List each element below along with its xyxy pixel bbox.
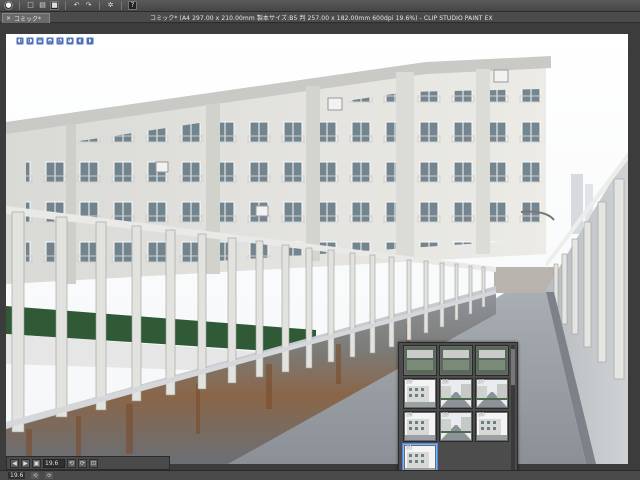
page-thumbnail[interactable] bbox=[403, 345, 437, 376]
quick-access-icon[interactable]: ◒ bbox=[36, 37, 44, 45]
page-scrollbar[interactable] bbox=[511, 345, 515, 473]
command-bar: ● □ ▤ ■ ↶ ↷ ✲ ? bbox=[0, 0, 640, 12]
rotate-right-icon[interactable]: ⟳ bbox=[45, 472, 54, 479]
zoom-readout[interactable]: 19.6 bbox=[8, 472, 26, 479]
toolbar-divider bbox=[99, 1, 100, 10]
page-thumbnail[interactable]: 28 bbox=[403, 411, 437, 442]
toolbar-divider bbox=[121, 1, 122, 10]
rotate-left-icon[interactable]: ⟲ bbox=[67, 458, 76, 468]
clip-studio-window: ● □ ▤ ■ ↶ ↷ ✲ ? × コミック* コミック* (A4 297.00… bbox=[0, 0, 640, 480]
quick-access-icon[interactable]: ◔ bbox=[56, 37, 64, 45]
undo-icon[interactable]: ↶ bbox=[72, 1, 81, 10]
help-icon[interactable]: ? bbox=[128, 1, 137, 10]
page-thumbnail[interactable] bbox=[475, 345, 509, 376]
document-tab-label: コミック* bbox=[14, 16, 42, 23]
page-number-label: 27 bbox=[478, 379, 485, 385]
page-number-label: 30 bbox=[478, 412, 485, 418]
rotate-left-icon[interactable]: ⟲ bbox=[31, 472, 40, 479]
page-thumbnail[interactable]: 25 bbox=[403, 378, 437, 409]
zoom-field[interactable]: 19.6 bbox=[43, 458, 65, 468]
page-thumbnail[interactable]: 26 bbox=[439, 378, 473, 409]
quick-access-palette: ◐ ◑ ◒ ◓ ◔ ◕ ◖ ◗ bbox=[16, 36, 94, 46]
redo-icon[interactable]: ↷ bbox=[84, 1, 93, 10]
flip-view-icon[interactable]: ⊡ bbox=[89, 458, 98, 468]
page-thumbnail[interactable]: 30 bbox=[475, 411, 509, 442]
close-icon[interactable]: × bbox=[6, 15, 11, 22]
page-manager-panel: 25 26 27 28 29 30 31 bbox=[398, 342, 518, 476]
next-icon[interactable]: ▶ bbox=[21, 458, 30, 468]
settings-icon[interactable]: ✲ bbox=[106, 1, 115, 10]
quick-access-icon[interactable]: ◖ bbox=[76, 37, 84, 45]
page-number-label: 26 bbox=[442, 379, 449, 385]
page-thumbnail-grid: 25 26 27 28 29 30 31 bbox=[403, 345, 509, 475]
page-number-label: 29 bbox=[442, 412, 449, 418]
app-logo-icon[interactable]: ● bbox=[4, 1, 13, 10]
rotate-right-icon[interactable]: ⟳ bbox=[78, 458, 87, 468]
previous-icon[interactable]: ◀ bbox=[10, 458, 19, 468]
toolbar-divider bbox=[19, 1, 20, 10]
page-thumbnail[interactable]: 27 bbox=[475, 378, 509, 409]
toolbar-divider bbox=[65, 1, 66, 10]
open-folder-icon[interactable]: ▤ bbox=[38, 1, 47, 10]
navigator-bar: ◀ ▶ ▣ 19.6 ⟲ ⟳ ⊡ bbox=[6, 456, 170, 470]
new-file-icon[interactable]: □ bbox=[26, 1, 35, 10]
quick-access-icon[interactable]: ◗ bbox=[86, 37, 94, 45]
page-thumbnail[interactable]: 29 bbox=[439, 411, 473, 442]
quick-access-icon[interactable]: ◓ bbox=[46, 37, 54, 45]
page-number-label: 25 bbox=[406, 379, 413, 385]
quick-access-icon[interactable]: ◕ bbox=[66, 37, 74, 45]
window-title: コミック* (A4 297.00 x 210.00mm 製本サイズ:B5 判 2… bbox=[150, 15, 493, 22]
artwork-illustration[interactable] bbox=[6, 34, 628, 464]
page-thumbnail-image bbox=[441, 347, 471, 374]
document-tab[interactable]: × コミック* bbox=[2, 13, 50, 23]
page-scrollbar-thumb[interactable] bbox=[511, 349, 515, 385]
page-number-label: 31 bbox=[406, 445, 413, 451]
quick-access-icon[interactable]: ◑ bbox=[26, 37, 34, 45]
status-bar: 19.6 ⟲ ⟳ bbox=[0, 470, 640, 480]
page-thumbnail[interactable] bbox=[439, 345, 473, 376]
quick-access-icon[interactable]: ◐ bbox=[16, 37, 24, 45]
save-icon[interactable]: ■ bbox=[50, 1, 59, 10]
canvas-area[interactable]: ◐ ◑ ◒ ◓ ◔ ◕ ◖ ◗ bbox=[0, 24, 640, 470]
page-thumbnail-image bbox=[477, 347, 507, 374]
page-thumbnail-image bbox=[405, 347, 435, 374]
fit-view-icon[interactable]: ▣ bbox=[32, 458, 41, 468]
title-bar: × コミック* コミック* (A4 297.00 x 210.00mm 製本サイ… bbox=[0, 12, 640, 23]
page-number-label: 28 bbox=[406, 412, 413, 418]
